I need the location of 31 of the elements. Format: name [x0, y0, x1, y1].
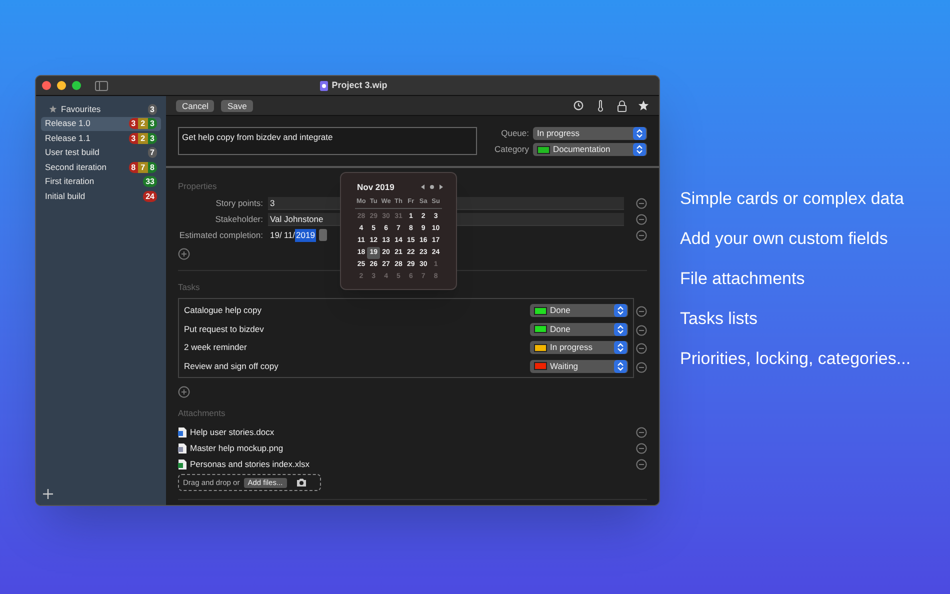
count-badge: 7 [138, 162, 148, 173]
task-name: Review and sign off copy [184, 360, 280, 372]
section-heading: Tasks [178, 280, 200, 294]
count-badge: 3 [128, 118, 138, 130]
feature-text: File attachments [680, 268, 806, 290]
task-name: 2 week reminder [184, 341, 248, 354]
count-badge: 3 [128, 132, 138, 144]
count-badge: 8 [148, 162, 157, 173]
count-badge: 33 [143, 176, 157, 188]
section-heading: Attachments [178, 407, 226, 420]
field-label: Story points: [214, 196, 263, 210]
count-badge: 2 [138, 118, 148, 130]
count-badge: 2 [138, 132, 148, 144]
feature-text: Add your own custom fields [680, 228, 889, 250]
count-badge: 3 [148, 132, 157, 144]
feature-text: Simple cards or complex data [680, 188, 905, 210]
feature-text: Priorities, locking, categories... [680, 348, 911, 370]
task-name: Put request to bizdev [184, 322, 265, 336]
field-label: Estimated completion: [178, 228, 263, 242]
calendar-month: Nov 2019 [357, 181, 396, 194]
category-label: Category [494, 143, 529, 156]
feature-text: Tasks lists [680, 308, 758, 330]
window-title: Project 3.wip [332, 78, 388, 92]
count-badge: 8 [128, 162, 138, 173]
field-label: Stakeholder: [214, 212, 263, 226]
queue-label: Queue: [500, 127, 529, 140]
count-badge: 24 [143, 190, 157, 202]
count-badge: 7 [148, 147, 157, 158]
task-name: Catalogue help copy [184, 304, 263, 317]
count-badge: 3 [148, 104, 157, 115]
section-heading: Properties [178, 180, 217, 193]
